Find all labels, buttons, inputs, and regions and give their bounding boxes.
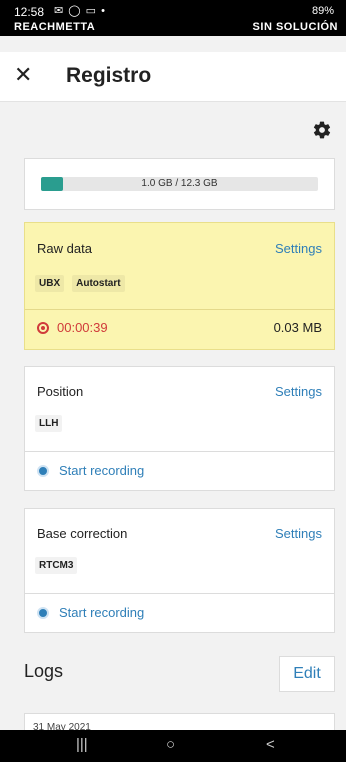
position-tags: LLH (35, 415, 63, 432)
record-dot-icon (37, 606, 49, 619)
home-icon[interactable]: ○ (166, 736, 175, 753)
logs-heading: Logs (24, 661, 64, 681)
gear-icon[interactable] (312, 120, 332, 140)
device-name: REACHMETTA (14, 21, 96, 33)
recents-icon[interactable]: ||| (76, 736, 88, 753)
base-correction-settings-link[interactable]: Settings (275, 526, 322, 541)
solution-status: SIN SOLUCIÓN (252, 21, 338, 33)
storage-card: 1.0 GB / 12.3 GB (24, 158, 335, 210)
storage-text: 1.0 GB / 12.3 GB (141, 178, 218, 189)
storage-bar: 1.0 GB / 12.3 GB (41, 177, 318, 191)
raw-data-settings-link[interactable]: Settings (275, 241, 322, 256)
base-correction-title: Base correction (37, 526, 128, 541)
recording-status[interactable]: 00:00:39 (37, 320, 108, 335)
base-correction-card: Base correction Settings RTCM3 Start rec… (24, 508, 335, 633)
position-settings-link[interactable]: Settings (275, 384, 322, 399)
tag-autostart: Autostart (72, 275, 125, 292)
clock: 12:58 (14, 5, 45, 19)
tag-llh: LLH (35, 415, 63, 432)
raw-data-tags: UBX Autostart (35, 275, 125, 292)
raw-file-size: 0.03 MB (273, 320, 322, 335)
record-icon (37, 321, 49, 334)
position-start-recording-button[interactable]: Start recording (37, 463, 144, 478)
tag-rtcm3: RTCM3 (35, 557, 78, 574)
divider (25, 451, 334, 452)
elapsed-time: 00:00:39 (57, 320, 108, 335)
status-bar: 12:58 ✉ ◯ ▭ • 89% REACHMETTA SIN SOLUCIÓ… (0, 0, 346, 36)
divider (25, 593, 334, 594)
system-nav-bar: ||| ○ < (0, 730, 346, 762)
app-bar: ✕ Registro (0, 52, 346, 102)
notification-icons: ✉ ◯ ▭ • (54, 5, 106, 17)
edit-logs-button[interactable]: Edit (279, 656, 335, 692)
raw-data-title: Raw data (37, 241, 92, 256)
tag-ubx: UBX (35, 275, 65, 292)
position-title: Position (37, 384, 84, 399)
raw-data-card: Raw data Settings UBX Autostart 00:00:39… (24, 222, 335, 350)
base-correction-tags: RTCM3 (35, 557, 78, 574)
record-dot-icon (37, 464, 49, 477)
back-icon[interactable]: < (266, 736, 275, 753)
start-recording-label: Start recording (59, 605, 145, 620)
divider (25, 309, 334, 310)
position-card: Position Settings LLH Start recording (24, 366, 335, 491)
start-recording-label: Start recording (59, 463, 145, 478)
close-icon[interactable]: ✕ (14, 62, 32, 88)
page-title: Registro (66, 64, 152, 87)
base-correction-start-recording-button[interactable]: Start recording (37, 605, 144, 620)
battery-level: 89% (311, 5, 334, 17)
